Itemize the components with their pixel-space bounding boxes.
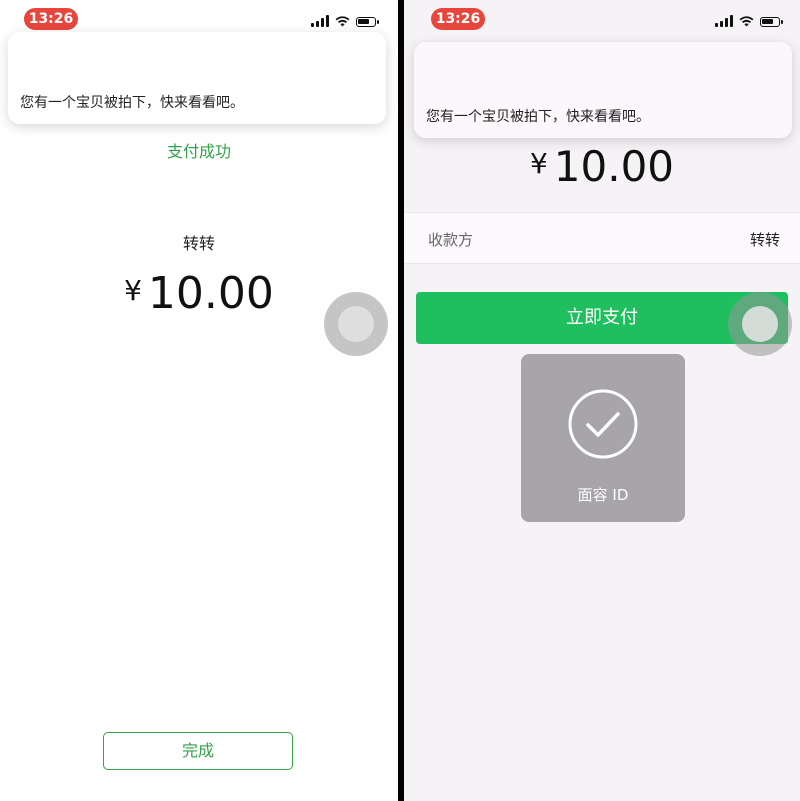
- battery-icon: [760, 17, 783, 27]
- battery-icon: [356, 17, 379, 27]
- assistive-touch-icon[interactable]: [728, 292, 792, 356]
- signal-icon: [715, 15, 733, 27]
- checkmark-icon: [568, 389, 638, 459]
- assistive-touch-icon[interactable]: [324, 292, 388, 356]
- done-button[interactable]: 完成: [103, 732, 293, 770]
- status-time[interactable]: 13:26: [431, 8, 485, 30]
- payment-success-text: 支付成功: [166, 142, 231, 161]
- notification-banner[interactable]: 您有一个宝贝被拍下，快来看看吧。: [8, 32, 386, 124]
- wifi-icon: [335, 16, 350, 27]
- status-icons: [311, 13, 379, 27]
- currency-symbol: ¥: [529, 147, 548, 180]
- notification-text: 您有一个宝贝被拍下，快来看看吧。: [20, 95, 244, 111]
- faceid-label: 面容 ID: [577, 486, 629, 504]
- notification-text: 您有一个宝贝被拍下，快来看看吧。: [426, 109, 650, 125]
- amount-value: 10.00: [553, 142, 675, 191]
- payee-name: 转转: [182, 234, 215, 253]
- payment-confirm-screen: 13:26 您有一个宝贝被拍下，快来看看吧。 ¥10.00 收款方 转转 立即支…: [404, 0, 800, 801]
- notification-banner[interactable]: 您有一个宝贝被拍下，快来看看吧。: [414, 42, 792, 138]
- status-bar: 13:26: [404, 0, 800, 38]
- amount-value: 10.00: [147, 268, 274, 319]
- wifi-icon: [739, 16, 754, 27]
- currency-symbol: ¥: [124, 274, 142, 307]
- payee-row: 收款方 转转: [404, 212, 800, 264]
- payment-amount: ¥10.00: [404, 142, 800, 191]
- signal-icon: [311, 15, 329, 27]
- faceid-overlay: 面容 ID: [521, 354, 685, 522]
- payment-success-screen: 13:26 您有一个宝贝被拍下，快来看看吧。 支付成功 转转 ¥10.00 完成: [0, 0, 398, 801]
- status-time[interactable]: 13:26: [24, 8, 78, 30]
- payee-value: 转转: [749, 231, 780, 249]
- status-icons: [715, 13, 783, 27]
- payee-label: 收款方: [428, 231, 474, 249]
